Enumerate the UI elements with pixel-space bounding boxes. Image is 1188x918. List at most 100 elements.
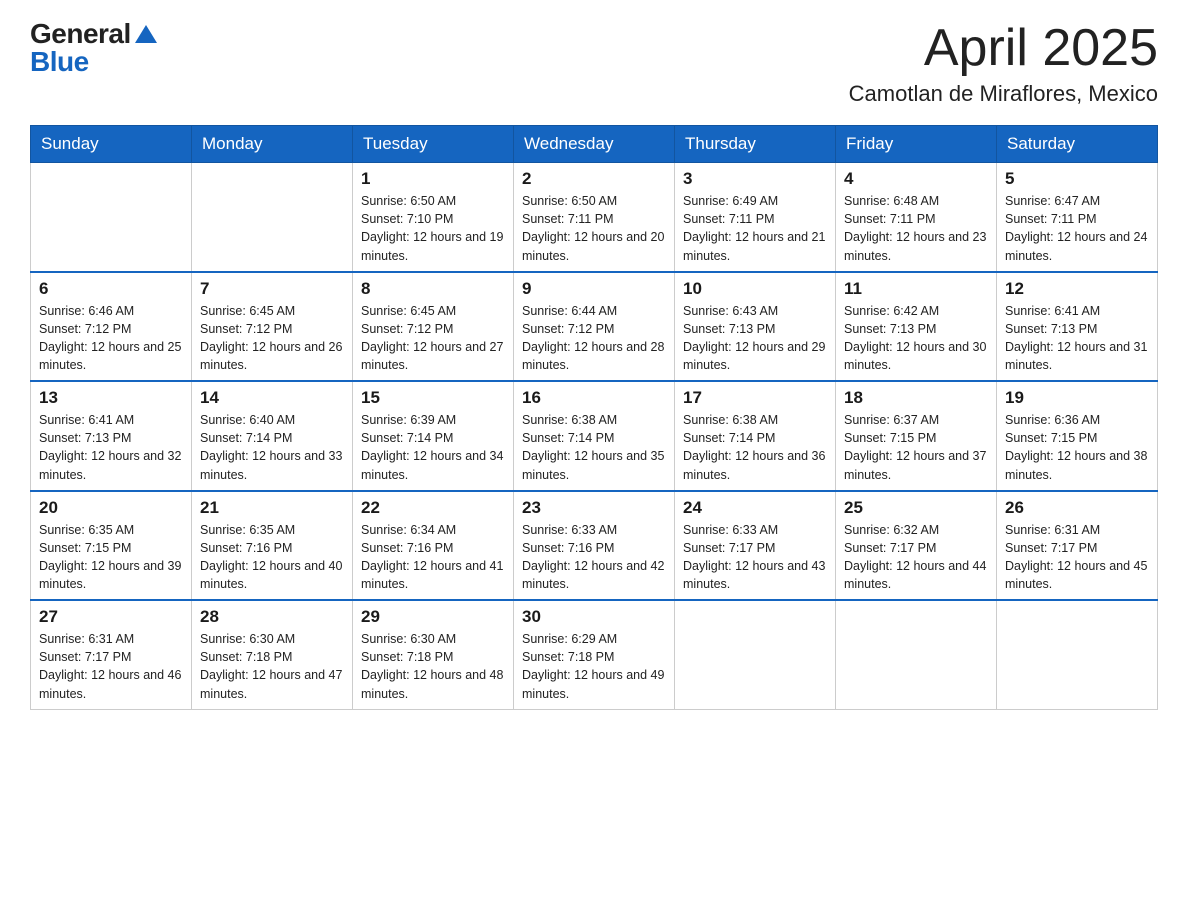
day-info: Sunrise: 6:48 AMSunset: 7:11 PMDaylight:… bbox=[844, 192, 988, 265]
day-number: 21 bbox=[200, 498, 344, 518]
day-info: Sunrise: 6:50 AMSunset: 7:11 PMDaylight:… bbox=[522, 192, 666, 265]
day-info: Sunrise: 6:32 AMSunset: 7:17 PMDaylight:… bbox=[844, 521, 988, 594]
day-info: Sunrise: 6:41 AMSunset: 7:13 PMDaylight:… bbox=[39, 411, 183, 484]
table-row: 25 Sunrise: 6:32 AMSunset: 7:17 PMDayligh… bbox=[836, 491, 997, 601]
day-number: 17 bbox=[683, 388, 827, 408]
day-info: Sunrise: 6:44 AMSunset: 7:12 PMDaylight:… bbox=[522, 302, 666, 375]
day-number: 28 bbox=[200, 607, 344, 627]
day-info: Sunrise: 6:31 AMSunset: 7:17 PMDaylight:… bbox=[39, 630, 183, 703]
table-row: 7 Sunrise: 6:45 AMSunset: 7:12 PMDaylight… bbox=[192, 272, 353, 382]
logo-general-text: General bbox=[30, 20, 131, 48]
day-info: Sunrise: 6:45 AMSunset: 7:12 PMDaylight:… bbox=[361, 302, 505, 375]
day-number: 10 bbox=[683, 279, 827, 299]
day-number: 3 bbox=[683, 169, 827, 189]
table-row: 10 Sunrise: 6:43 AMSunset: 7:13 PMDayligh… bbox=[675, 272, 836, 382]
day-info: Sunrise: 6:41 AMSunset: 7:13 PMDaylight:… bbox=[1005, 302, 1149, 375]
table-row: 6Sunrise: 6:46 AMSunset: 7:12 PMDaylight… bbox=[31, 272, 192, 382]
day-info: Sunrise: 6:34 AMSunset: 7:16 PMDaylight:… bbox=[361, 521, 505, 594]
page-title: April 2025 bbox=[849, 20, 1158, 77]
logo-blue-text: Blue bbox=[30, 48, 157, 76]
day-info: Sunrise: 6:50 AMSunset: 7:10 PMDaylight:… bbox=[361, 192, 505, 265]
col-friday: Friday bbox=[836, 126, 997, 163]
day-info: Sunrise: 6:35 AMSunset: 7:15 PMDaylight:… bbox=[39, 521, 183, 594]
table-row: 30Sunrise: 6:29 AMSunset: 7:18 PMDayligh… bbox=[514, 600, 675, 709]
col-thursday: Thursday bbox=[675, 126, 836, 163]
table-row: 18 Sunrise: 6:37 AMSunset: 7:15 PMDayligh… bbox=[836, 381, 997, 491]
table-row bbox=[997, 600, 1158, 709]
page-subtitle: Camotlan de Miraflores, Mexico bbox=[849, 81, 1158, 107]
day-info: Sunrise: 6:33 AMSunset: 7:16 PMDaylight:… bbox=[522, 521, 666, 594]
day-number: 13 bbox=[39, 388, 183, 408]
table-row: 15 Sunrise: 6:39 AMSunset: 7:14 PMDayligh… bbox=[353, 381, 514, 491]
day-info: Sunrise: 6:43 AMSunset: 7:13 PMDaylight:… bbox=[683, 302, 827, 375]
table-row bbox=[192, 163, 353, 272]
table-row: 3 Sunrise: 6:49 AMSunset: 7:11 PMDaylight… bbox=[675, 163, 836, 272]
day-info: Sunrise: 6:31 AMSunset: 7:17 PMDaylight:… bbox=[1005, 521, 1149, 594]
calendar-week-row: 20 Sunrise: 6:35 AMSunset: 7:15 PMDayligh… bbox=[31, 491, 1158, 601]
day-number: 29 bbox=[361, 607, 505, 627]
day-info: Sunrise: 6:30 AMSunset: 7:18 PMDaylight:… bbox=[200, 630, 344, 703]
day-info: Sunrise: 6:47 AMSunset: 7:11 PMDaylight:… bbox=[1005, 192, 1149, 265]
table-row: 1 Sunrise: 6:50 AMSunset: 7:10 PMDaylight… bbox=[353, 163, 514, 272]
col-wednesday: Wednesday bbox=[514, 126, 675, 163]
table-row: 22Sunrise: 6:34 AMSunset: 7:16 PMDayligh… bbox=[353, 491, 514, 601]
table-row: 16Sunrise: 6:38 AMSunset: 7:14 PMDayligh… bbox=[514, 381, 675, 491]
table-row: 26 Sunrise: 6:31 AMSunset: 7:17 PMDayligh… bbox=[997, 491, 1158, 601]
logo: General Blue bbox=[30, 20, 157, 76]
table-row: 21 Sunrise: 6:35 AMSunset: 7:16 PMDayligh… bbox=[192, 491, 353, 601]
col-saturday: Saturday bbox=[997, 126, 1158, 163]
day-info: Sunrise: 6:38 AMSunset: 7:14 PMDaylight:… bbox=[683, 411, 827, 484]
table-row: 29 Sunrise: 6:30 AMSunset: 7:18 PMDayligh… bbox=[353, 600, 514, 709]
title-block: April 2025 Camotlan de Miraflores, Mexic… bbox=[849, 20, 1158, 107]
day-info: Sunrise: 6:39 AMSunset: 7:14 PMDaylight:… bbox=[361, 411, 505, 484]
table-row: 17 Sunrise: 6:38 AMSunset: 7:14 PMDayligh… bbox=[675, 381, 836, 491]
day-info: Sunrise: 6:30 AMSunset: 7:18 PMDaylight:… bbox=[361, 630, 505, 703]
day-number: 18 bbox=[844, 388, 988, 408]
day-number: 24 bbox=[683, 498, 827, 518]
day-number: 6 bbox=[39, 279, 183, 299]
day-number: 26 bbox=[1005, 498, 1149, 518]
day-number: 7 bbox=[200, 279, 344, 299]
day-number: 1 bbox=[361, 169, 505, 189]
day-info: Sunrise: 6:35 AMSunset: 7:16 PMDaylight:… bbox=[200, 521, 344, 594]
table-row bbox=[836, 600, 997, 709]
day-info: Sunrise: 6:36 AMSunset: 7:15 PMDaylight:… bbox=[1005, 411, 1149, 484]
day-number: 20 bbox=[39, 498, 183, 518]
table-row: 23Sunrise: 6:33 AMSunset: 7:16 PMDayligh… bbox=[514, 491, 675, 601]
calendar-week-row: 27 Sunrise: 6:31 AMSunset: 7:17 PMDayligh… bbox=[31, 600, 1158, 709]
day-info: Sunrise: 6:42 AMSunset: 7:13 PMDaylight:… bbox=[844, 302, 988, 375]
table-row: 4 Sunrise: 6:48 AMSunset: 7:11 PMDaylight… bbox=[836, 163, 997, 272]
day-info: Sunrise: 6:40 AMSunset: 7:14 PMDaylight:… bbox=[200, 411, 344, 484]
calendar-header-row: Sunday Monday Tuesday Wednesday Thursday… bbox=[31, 126, 1158, 163]
table-row: 20 Sunrise: 6:35 AMSunset: 7:15 PMDayligh… bbox=[31, 491, 192, 601]
table-row: 13 Sunrise: 6:41 AMSunset: 7:13 PMDayligh… bbox=[31, 381, 192, 491]
table-row bbox=[675, 600, 836, 709]
day-info: Sunrise: 6:37 AMSunset: 7:15 PMDaylight:… bbox=[844, 411, 988, 484]
table-row: 8Sunrise: 6:45 AMSunset: 7:12 PMDaylight… bbox=[353, 272, 514, 382]
col-tuesday: Tuesday bbox=[353, 126, 514, 163]
col-sunday: Sunday bbox=[31, 126, 192, 163]
table-row: 12Sunrise: 6:41 AMSunset: 7:13 PMDayligh… bbox=[997, 272, 1158, 382]
calendar-table: Sunday Monday Tuesday Wednesday Thursday… bbox=[30, 125, 1158, 710]
day-info: Sunrise: 6:29 AMSunset: 7:18 PMDaylight:… bbox=[522, 630, 666, 703]
day-number: 9 bbox=[522, 279, 666, 299]
table-row: 14Sunrise: 6:40 AMSunset: 7:14 PMDayligh… bbox=[192, 381, 353, 491]
col-monday: Monday bbox=[192, 126, 353, 163]
day-info: Sunrise: 6:33 AMSunset: 7:17 PMDaylight:… bbox=[683, 521, 827, 594]
table-row: 28 Sunrise: 6:30 AMSunset: 7:18 PMDayligh… bbox=[192, 600, 353, 709]
day-info: Sunrise: 6:45 AMSunset: 7:12 PMDaylight:… bbox=[200, 302, 344, 375]
day-number: 4 bbox=[844, 169, 988, 189]
day-number: 19 bbox=[1005, 388, 1149, 408]
day-number: 27 bbox=[39, 607, 183, 627]
day-number: 25 bbox=[844, 498, 988, 518]
table-row: 27 Sunrise: 6:31 AMSunset: 7:17 PMDayligh… bbox=[31, 600, 192, 709]
day-info: Sunrise: 6:49 AMSunset: 7:11 PMDaylight:… bbox=[683, 192, 827, 265]
table-row: 24 Sunrise: 6:33 AMSunset: 7:17 PMDayligh… bbox=[675, 491, 836, 601]
table-row: 5Sunrise: 6:47 AMSunset: 7:11 PMDaylight… bbox=[997, 163, 1158, 272]
day-number: 16 bbox=[522, 388, 666, 408]
day-number: 15 bbox=[361, 388, 505, 408]
table-row: 9 Sunrise: 6:44 AMSunset: 7:12 PMDaylight… bbox=[514, 272, 675, 382]
calendar-week-row: 13 Sunrise: 6:41 AMSunset: 7:13 PMDayligh… bbox=[31, 381, 1158, 491]
table-row: 2Sunrise: 6:50 AMSunset: 7:11 PMDaylight… bbox=[514, 163, 675, 272]
calendar-week-row: 1 Sunrise: 6:50 AMSunset: 7:10 PMDaylight… bbox=[31, 163, 1158, 272]
